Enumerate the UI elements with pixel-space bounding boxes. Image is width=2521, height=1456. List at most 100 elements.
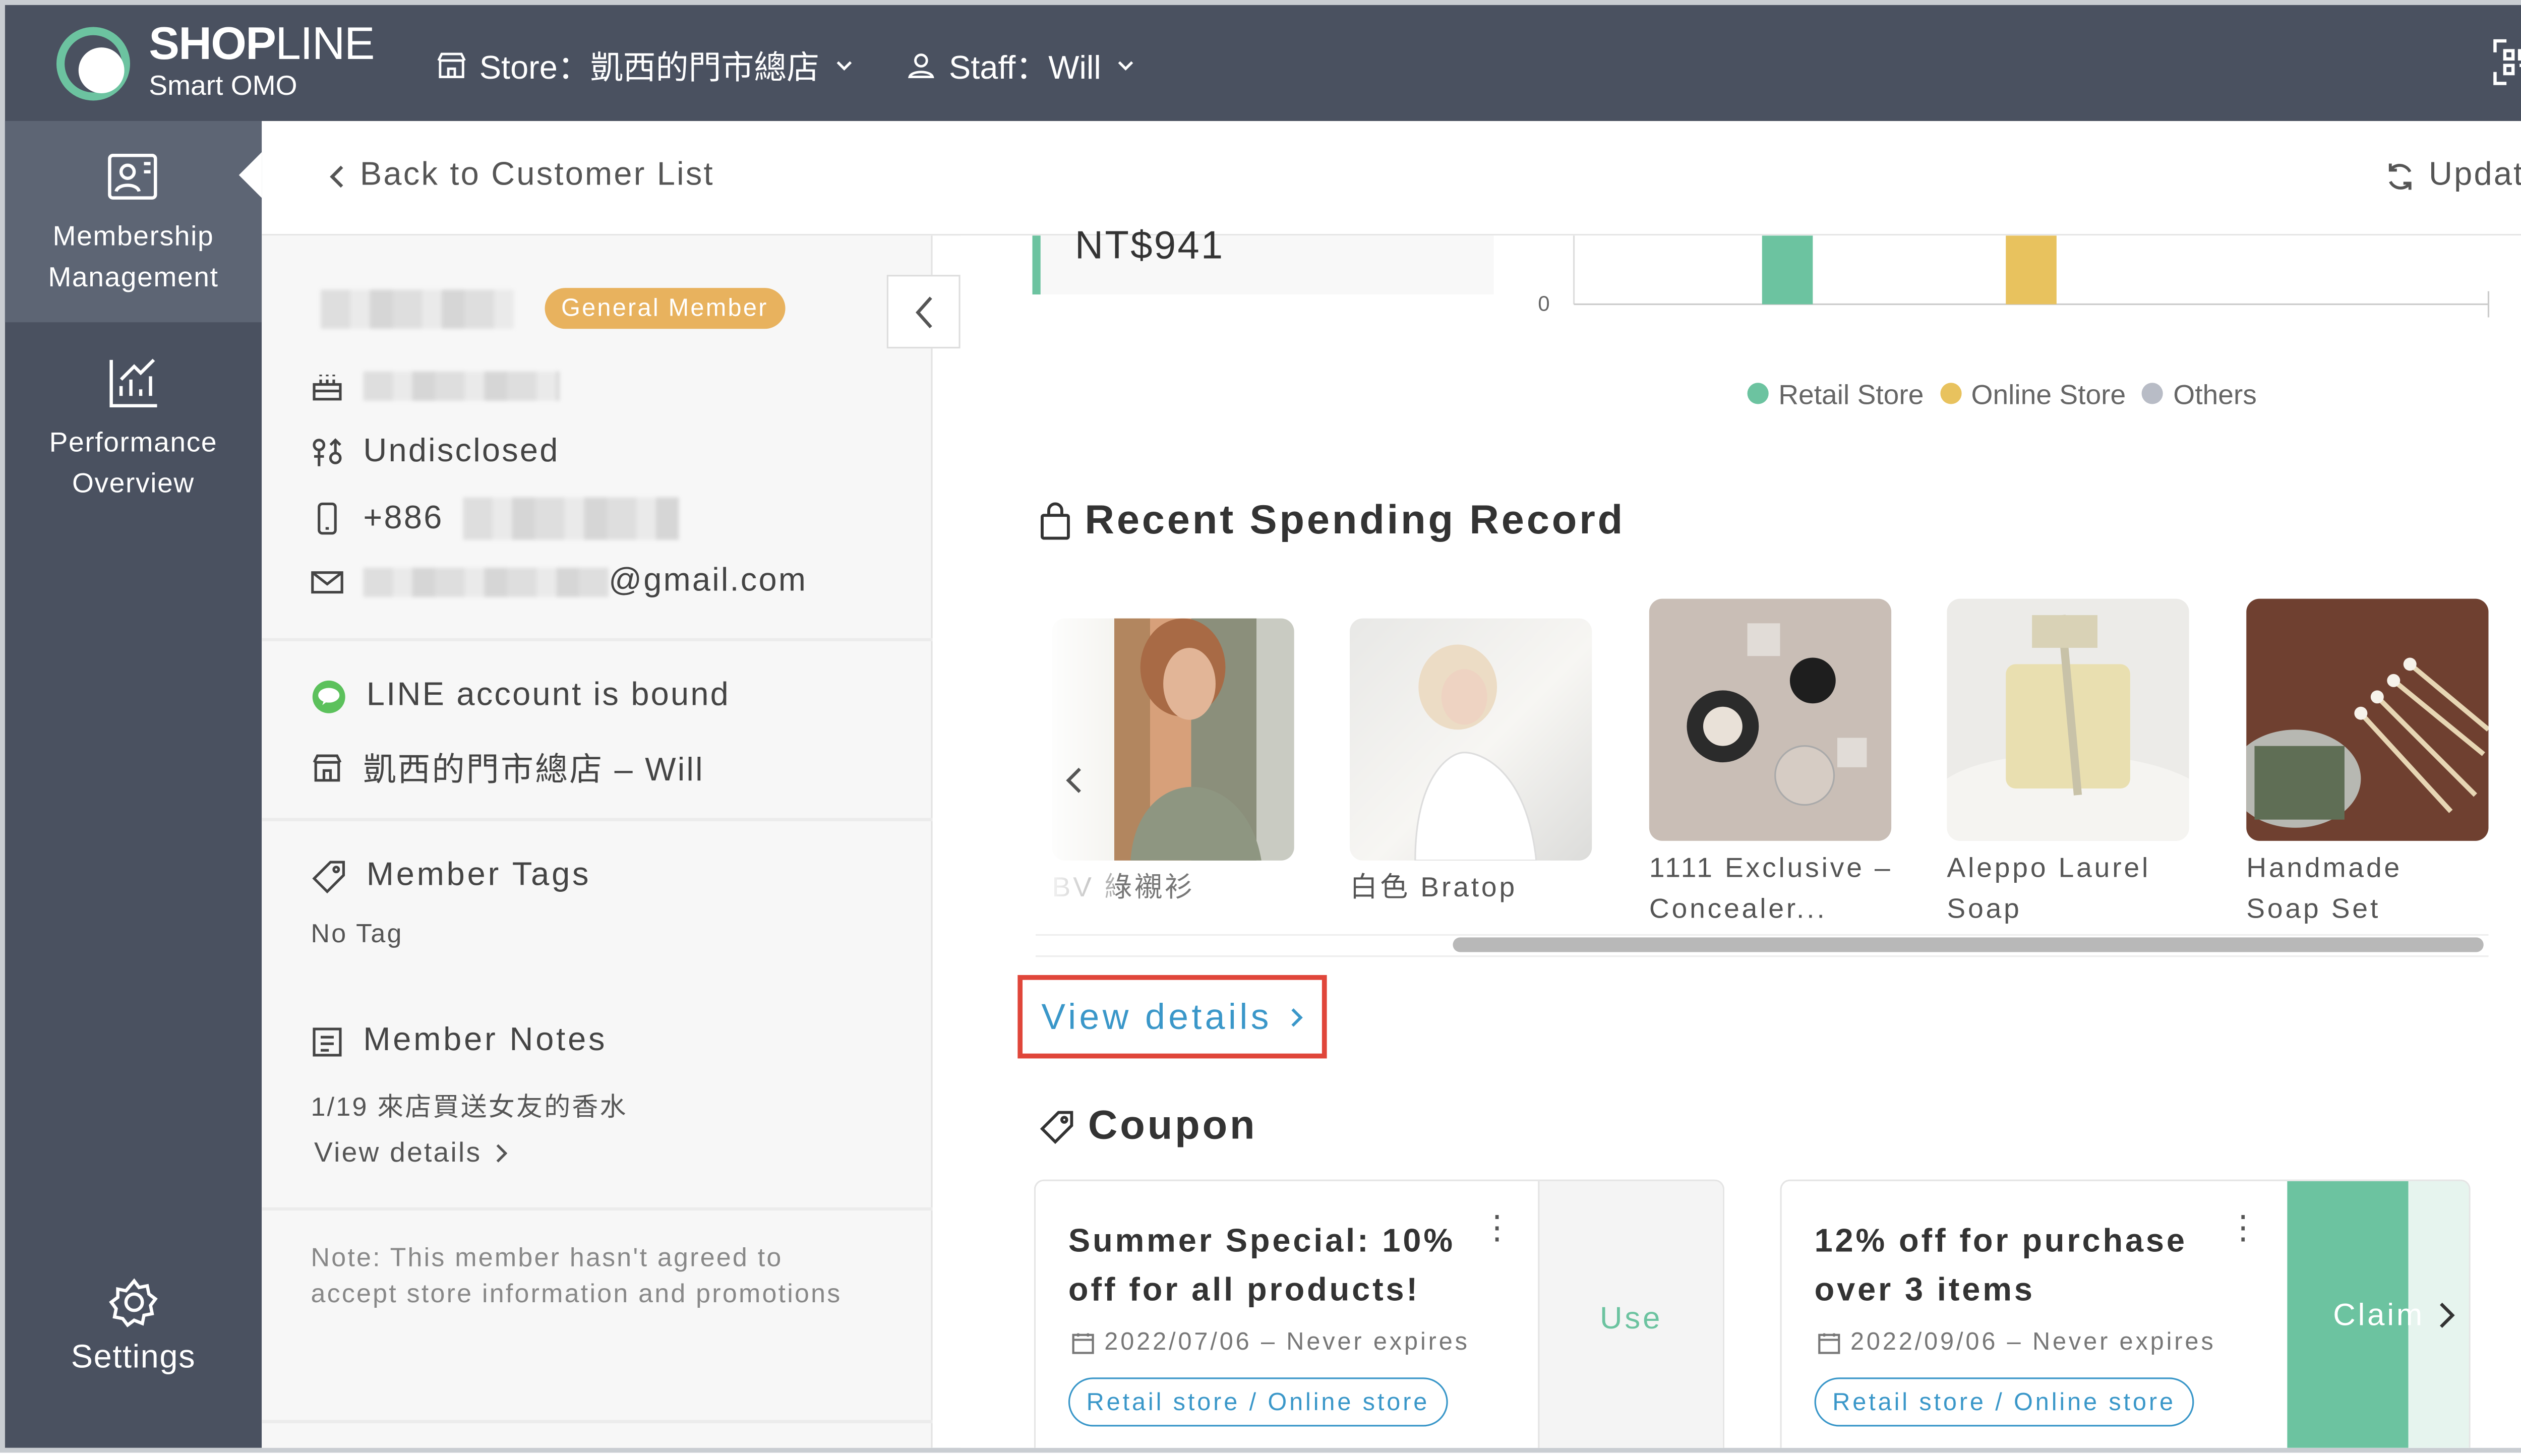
nav-label: Performance	[49, 427, 218, 458]
mail-icon	[311, 565, 344, 598]
legend-label: Others	[2173, 379, 2257, 411]
nav-performance-overview[interactable]: Performance Overview	[5, 350, 262, 530]
back-label: Back to Customer List	[359, 157, 714, 193]
chevron-left-icon	[912, 293, 935, 329]
retail-store-bar	[1762, 235, 1813, 305]
legend-dot	[1940, 383, 1962, 404]
update-button[interactable]: Update	[2383, 157, 2521, 195]
section-label: Member Notes	[363, 1022, 608, 1059]
chevron-left-icon	[327, 163, 347, 189]
tag-icon	[311, 858, 347, 894]
legend-item-others: Others	[2142, 380, 2257, 412]
nav-label: Overview	[72, 468, 195, 499]
product-card[interactable]: 白色 Bratop	[1350, 599, 1592, 908]
section-label: Coupon	[1088, 1103, 1257, 1148]
coupon-card: Summer Special: 10% off for all products…	[1034, 1179, 1725, 1448]
coupon-channel-tag: Retail store / Online store	[1068, 1377, 1448, 1427]
chart-icon	[104, 353, 163, 412]
chevron-right-icon	[2436, 1299, 2456, 1331]
product-name-line1: Handmade	[2246, 852, 2403, 884]
email-redacted	[363, 567, 609, 596]
line-status: LINE account is bound	[366, 677, 731, 713]
nav-membership-management[interactable]: Membership Management	[5, 121, 262, 323]
legend-dot	[1747, 383, 1769, 404]
coupon-card: 12% off for purchase over 3 items ⋮ 2022…	[1780, 1179, 2471, 1448]
staff-label: Staff：Will	[949, 50, 1101, 87]
coupon-name-line1: Summer Special: 10%	[1068, 1224, 1455, 1260]
phone-prefix: +886	[363, 500, 444, 536]
gear-icon	[107, 1276, 160, 1328]
line-icon	[311, 678, 347, 714]
legend-dot	[2142, 383, 2164, 404]
chevron-right-icon	[1288, 1005, 1303, 1028]
chevron-down-icon	[832, 53, 855, 76]
page-header: Back to Customer List Update	[262, 121, 2521, 236]
coupon-next-button[interactable]	[2436, 1299, 2456, 1331]
product-name-line1: Aleppo Laurel	[1947, 852, 2151, 884]
product-image	[1947, 598, 2189, 841]
member-notes-title: Member Notes	[311, 1022, 608, 1060]
link-label: View details	[314, 1137, 482, 1168]
button-label: Use	[1600, 1302, 1663, 1337]
product-image	[1649, 598, 1892, 841]
member-notes-value: 1/19 來店買送女友的香水	[311, 1094, 628, 1123]
store-icon	[311, 750, 344, 783]
coupon-name-line1: 12% off for purchase	[1814, 1224, 2187, 1260]
refresh-icon	[2383, 159, 2416, 192]
product-image	[1350, 618, 1592, 861]
update-label: Update	[2429, 157, 2521, 193]
coupon-date: 2022/09/06 – Never expires	[1850, 1328, 2216, 1357]
legend-item-online: Online Store	[1940, 380, 2126, 412]
notes-view-details-link[interactable]: View details	[314, 1137, 508, 1170]
line-status-row: LINE account is bound	[311, 677, 731, 715]
phone-icon	[311, 502, 344, 535]
qr-scan-icon[interactable]	[2492, 38, 2521, 87]
coupon-channel-tag: Retail store / Online store	[1814, 1377, 2194, 1427]
legend-label: Online Store	[1971, 379, 2126, 411]
brand-name: SHOPLINE	[149, 18, 375, 69]
product-name-line2: Soap Set	[2246, 893, 2381, 925]
calendar-icon	[1071, 1331, 1094, 1354]
calendar-icon	[1818, 1331, 1840, 1354]
staff-selector[interactable]: Staff：Will	[907, 41, 1137, 88]
divider	[262, 638, 933, 642]
cake-icon	[311, 370, 344, 402]
product-card[interactable]: Handmade Soap Set	[2246, 598, 2489, 929]
shopping-bag-icon	[1039, 501, 1072, 541]
member-card-icon	[104, 147, 163, 206]
more-options-icon[interactable]: ⋮	[2227, 1212, 2259, 1245]
coupon-name: Summer Special: 10% off for all products…	[1068, 1217, 1455, 1315]
gender-icon	[311, 436, 344, 469]
tag-icon	[1039, 1108, 1075, 1144]
collapse-panel-button[interactable]	[886, 275, 961, 349]
divider	[262, 1207, 933, 1211]
online-store-bar	[2006, 235, 2057, 305]
chevron-down-icon	[1114, 53, 1137, 76]
product-name-line2: Concealer...	[1649, 893, 1827, 925]
carousel-scrollbar-thumb[interactable]	[1453, 937, 2484, 952]
section-label: Recent Spending Record	[1085, 497, 1626, 543]
product-card[interactable]: Aleppo Laurel Soap	[1947, 598, 2189, 929]
phone-redacted	[463, 497, 679, 540]
chart-legend: Retail Store Online Store Others	[1747, 379, 2257, 412]
member-level-badge: General Member	[545, 288, 785, 329]
chart-axis-zero-label: 0	[1538, 291, 1550, 316]
legend-label: Retail Store	[1778, 379, 1924, 411]
product-name-line1: 1111 Exclusive –	[1649, 852, 1893, 884]
notes-icon	[311, 1025, 344, 1058]
back-to-customer-list[interactable]: Back to Customer List	[327, 157, 714, 195]
nav-settings[interactable]: Settings	[5, 1276, 262, 1423]
coupon-use-button[interactable]: Use	[1538, 1181, 1723, 1448]
section-label: Member Tags	[366, 857, 591, 893]
more-options-icon[interactable]: ⋮	[1481, 1212, 1514, 1245]
product-image	[2246, 598, 2489, 841]
view-details-link[interactable]: View details	[1017, 975, 1327, 1059]
coupon-title: Coupon	[1039, 1103, 1257, 1150]
product-name: 白色 Bratop	[1350, 872, 1518, 903]
product-card[interactable]: 1111 Exclusive – Concealer...	[1649, 598, 1893, 929]
active-pointer	[238, 152, 262, 198]
carousel-prev-button[interactable]	[1062, 764, 1085, 797]
side-nav: Membership Management Performance Overvi…	[5, 121, 262, 1448]
user-icon	[907, 50, 936, 79]
store-selector[interactable]: Store：凱西的門市總店	[437, 41, 855, 88]
